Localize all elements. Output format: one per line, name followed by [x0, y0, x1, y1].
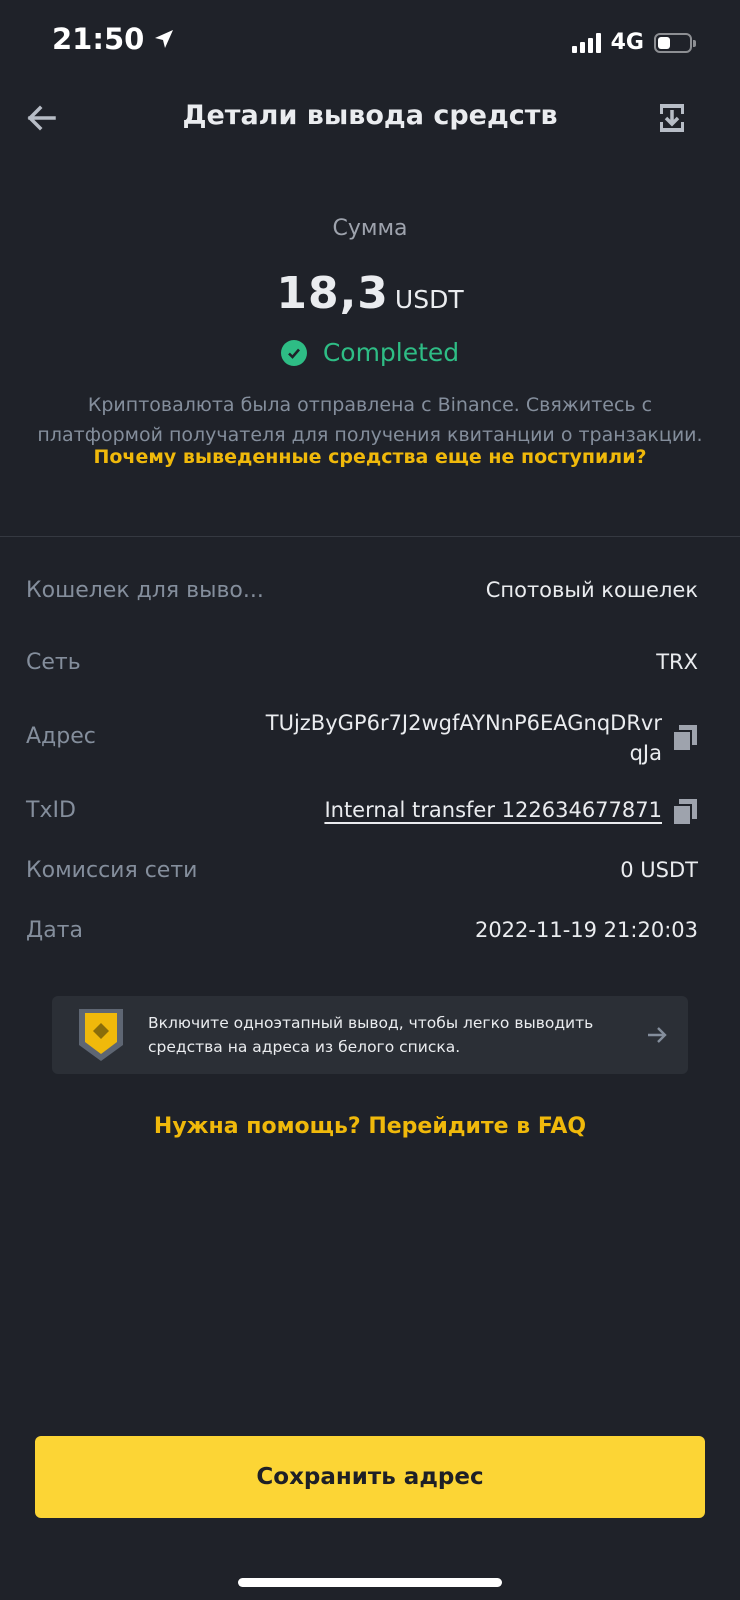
network-type: 4G — [610, 30, 644, 55]
status-bar-time: 21:50 — [52, 22, 176, 56]
address-label: Адрес — [26, 724, 96, 749]
one-step-withdrawal-banner[interactable]: Включите одноэтапный вывод, чтобы легко … — [52, 996, 688, 1074]
amount-value: 18,3 — [276, 268, 389, 319]
divider — [0, 536, 740, 537]
battery-icon — [654, 32, 696, 53]
copy-icon — [672, 725, 697, 752]
amount-display: 18,3 USDT — [0, 268, 740, 319]
wallet-label: Кошелек для выво... — [26, 578, 264, 603]
page-title: Детали вывода средств — [182, 100, 558, 131]
shield-icon — [79, 1009, 123, 1061]
wallet-value: Спотовый кошелек — [485, 578, 698, 602]
faq-link[interactable]: Нужна помощь? Перейдите в FAQ — [0, 1114, 740, 1139]
why-not-received-link[interactable]: Почему выведенные средства еще не поступ… — [0, 446, 740, 468]
info-text: Криптовалюта была отправлена с Binance. … — [37, 394, 703, 446]
home-indicator — [238, 1578, 502, 1587]
check-circle-icon — [280, 339, 307, 366]
fee-value: 0 USDT — [620, 858, 698, 882]
status-indicator: Completed — [0, 338, 740, 367]
date-value: 2022-11-19 21:20:03 — [474, 918, 698, 942]
export-button[interactable] — [654, 98, 690, 138]
copy-icon — [672, 799, 697, 826]
copy-txid-button[interactable] — [672, 798, 698, 826]
download-icon — [660, 104, 684, 132]
amount-unit: USDT — [394, 285, 464, 314]
clock-text: 21:50 — [52, 22, 145, 56]
fee-label: Комиссия сети — [26, 858, 198, 883]
address-value: TUjzByGP6r7J2wgfAYNnP6EAGnqDRvrqJa — [265, 711, 662, 765]
save-address-button[interactable]: Сохранить адрес — [35, 1436, 705, 1518]
txid-label: TxID — [26, 798, 76, 823]
amount-label: Сумма — [332, 216, 408, 241]
network-value: TRX — [656, 650, 698, 674]
signal-icon — [571, 32, 601, 53]
status-bar-indicators: 4G — [571, 30, 696, 55]
txid-value[interactable]: Internal transfer 122634677871 — [324, 798, 662, 822]
arrow-right-icon — [648, 1027, 667, 1043]
location-arrow-icon — [155, 30, 174, 48]
banner-text: Включите одноэтапный вывод, чтобы легко … — [148, 1014, 594, 1056]
copy-address-button[interactable] — [672, 724, 698, 752]
status-text: Completed — [322, 338, 460, 367]
network-label: Сеть — [26, 650, 81, 675]
date-label: Дата — [26, 918, 83, 943]
